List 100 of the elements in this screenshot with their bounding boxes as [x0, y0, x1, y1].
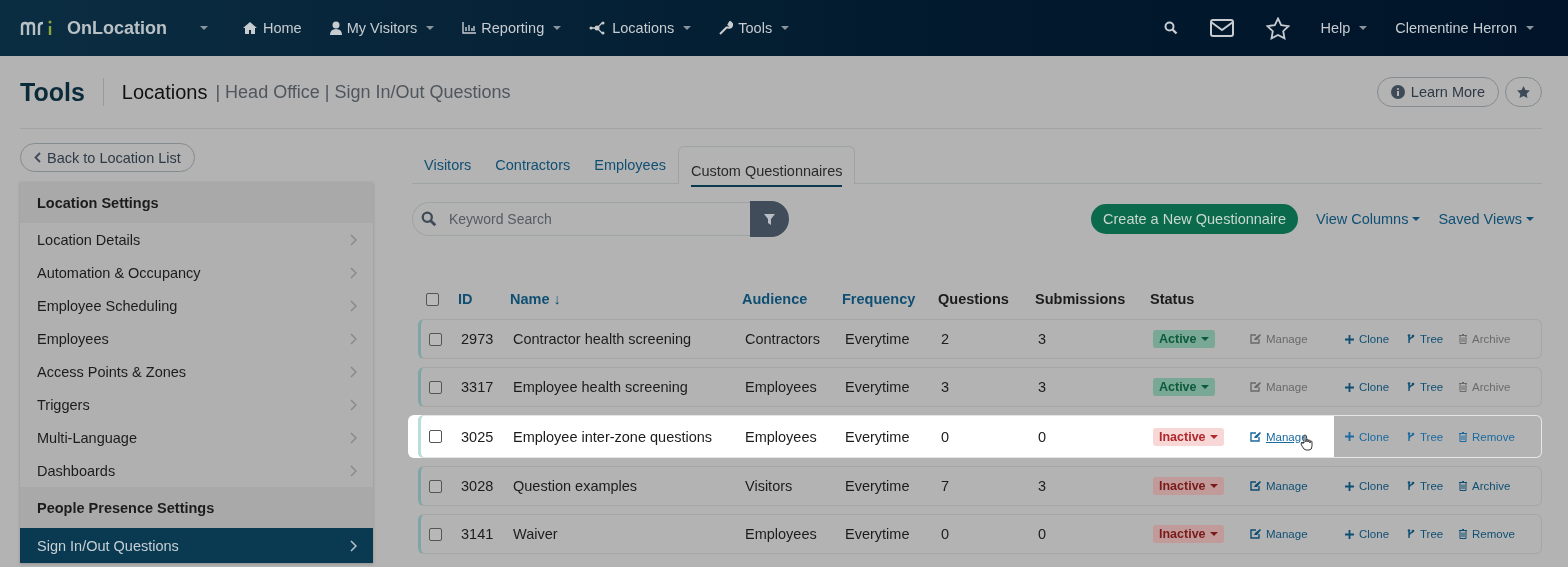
- action-link[interactable]: Clone: [1345, 333, 1390, 345]
- menu-item[interactable]: Location Details: [20, 223, 373, 256]
- edit-icon: [1250, 481, 1261, 491]
- filter-button[interactable]: [750, 201, 789, 237]
- menu-item[interactable]: Access Points & Zones: [20, 355, 373, 388]
- action-link[interactable]: Manage: [1250, 480, 1308, 492]
- column-header[interactable]: Frequency: [842, 291, 938, 307]
- action-link[interactable]: Tree: [1407, 528, 1444, 540]
- filter-icon: [764, 213, 775, 225]
- row-checkbox[interactable]: [429, 430, 442, 443]
- select-all-checkbox[interactable]: [426, 292, 439, 306]
- table-cell-text: Employees: [745, 379, 818, 395]
- table-cell-text: 0: [941, 428, 951, 445]
- menu-item[interactable]: Multi-Language: [20, 421, 373, 454]
- caret-icon: [1209, 434, 1218, 439]
- edit-icon: [1250, 431, 1261, 442]
- table-cell-text: 3141: [461, 526, 495, 542]
- table-cell-text: 7: [941, 478, 951, 494]
- column-header[interactable]: Name ↓: [510, 291, 742, 307]
- row-checkbox[interactable]: [429, 380, 442, 394]
- table-cell-text: Employee health screening: [513, 379, 689, 395]
- caret-icon: [1526, 26, 1534, 30]
- plus-icon: [1345, 432, 1354, 441]
- tab[interactable]: Visitors: [412, 146, 484, 183]
- table-cell-text: 0: [1038, 526, 1048, 542]
- tab[interactable]: Custom Questionnaires: [677, 146, 856, 184]
- learn-more-button[interactable]: Learn More: [1376, 77, 1499, 107]
- favorite-button[interactable]: [1505, 77, 1542, 107]
- menu-item[interactable]: Employees: [20, 322, 373, 355]
- menu-item[interactable]: Triggers: [20, 388, 373, 421]
- caret-icon[interactable]: [200, 26, 208, 30]
- caret-icon: [781, 26, 790, 30]
- table-cell-text: Waiver: [513, 526, 559, 542]
- table-cell-text: 3025: [461, 428, 495, 445]
- table-cell-text: 3317: [461, 379, 495, 395]
- nav-link[interactable]: Home: [242, 20, 302, 36]
- action-link[interactable]: Clone: [1345, 381, 1390, 393]
- help-menu[interactable]: Help: [1320, 20, 1368, 36]
- create-questionnaire-button[interactable]: Create a New Questionnaire: [1091, 204, 1298, 234]
- branch-icon: [1407, 431, 1415, 442]
- table-cell-text: Contractors: [745, 331, 821, 347]
- chevron-right-icon: [350, 398, 357, 411]
- nav-link[interactable]: Reporting: [462, 20, 562, 36]
- branch-icon: [1407, 334, 1415, 344]
- mail-icon[interactable]: [1210, 19, 1235, 37]
- menu-item[interactable]: Dashboards: [20, 454, 373, 487]
- table-cell-text: Employees: [745, 526, 818, 542]
- table-cell-text: Question examples: [513, 478, 639, 494]
- table-cell-text: 3: [941, 379, 951, 395]
- action-link[interactable]: Tree: [1407, 333, 1444, 345]
- column-header[interactable]: Audience: [742, 291, 842, 307]
- action-link[interactable]: Clone: [1345, 528, 1390, 540]
- menu-item[interactable]: Employee Scheduling: [20, 289, 373, 322]
- nav-link[interactable]: Tools: [719, 20, 790, 36]
- tab[interactable]: Employees: [582, 146, 678, 183]
- menu-item[interactable]: Automation & Occupancy: [20, 256, 373, 289]
- plus-icon: [1345, 529, 1354, 539]
- star-icon: [1516, 85, 1531, 99]
- status-dropdown[interactable]: Active: [1153, 378, 1215, 396]
- action-link[interactable]: Manage: [1250, 528, 1308, 540]
- nav-link[interactable]: Locations: [589, 20, 692, 36]
- action-link[interactable]: Tree: [1407, 430, 1444, 443]
- view-columns-dropdown[interactable]: View Columns: [1316, 211, 1421, 227]
- table-cell-text: 2: [941, 331, 951, 347]
- tab[interactable]: Contractors: [483, 146, 583, 183]
- action-link[interactable]: Archive: [1459, 480, 1511, 492]
- menu-heading: Location Settings: [20, 182, 373, 223]
- action-link[interactable]: Tree: [1407, 480, 1444, 492]
- table-cell-text: Employees: [745, 428, 818, 445]
- chevron-right-icon: [350, 365, 357, 378]
- action-link[interactable]: Tree: [1407, 381, 1444, 393]
- caret-icon: [1200, 337, 1209, 341]
- action-link[interactable]: Remove: [1459, 528, 1515, 540]
- search-icon[interactable]: [1164, 21, 1179, 35]
- person-icon: [329, 21, 342, 35]
- brand-name[interactable]: OnLocation: [67, 17, 167, 39]
- action-link[interactable]: Remove: [1459, 430, 1515, 443]
- search-field[interactable]: Keyword Search: [412, 202, 750, 236]
- caret-icon: [1412, 217, 1421, 221]
- branch-icon: [1407, 529, 1415, 539]
- back-button[interactable]: Back to Location List: [20, 143, 195, 172]
- table-cell-text: 3028: [461, 478, 495, 494]
- action-link[interactable]: Manage: [1250, 430, 1308, 443]
- nav-link[interactable]: My Visitors: [329, 20, 435, 36]
- menu-item[interactable]: Sign In/Out Questions: [20, 528, 373, 563]
- table-cell-text: Everytime: [845, 478, 911, 494]
- row-checkbox[interactable]: [429, 332, 442, 346]
- chevron-right-icon: [350, 233, 357, 246]
- branch-icon: [1407, 481, 1415, 491]
- user-menu[interactable]: Clementine Herron: [1395, 20, 1534, 36]
- row-checkbox[interactable]: [429, 527, 442, 541]
- action-link[interactable]: Clone: [1345, 480, 1390, 492]
- column-header[interactable]: ID: [458, 291, 510, 307]
- status-dropdown[interactable]: Active: [1153, 330, 1215, 348]
- wrench-icon: [719, 21, 734, 35]
- action-link[interactable]: Clone: [1345, 430, 1390, 443]
- star-icon[interactable]: [1266, 16, 1291, 40]
- table-cell-text: Everytime: [845, 331, 911, 347]
- row-checkbox[interactable]: [429, 479, 442, 493]
- saved-views-dropdown[interactable]: Saved Views: [1438, 211, 1534, 227]
